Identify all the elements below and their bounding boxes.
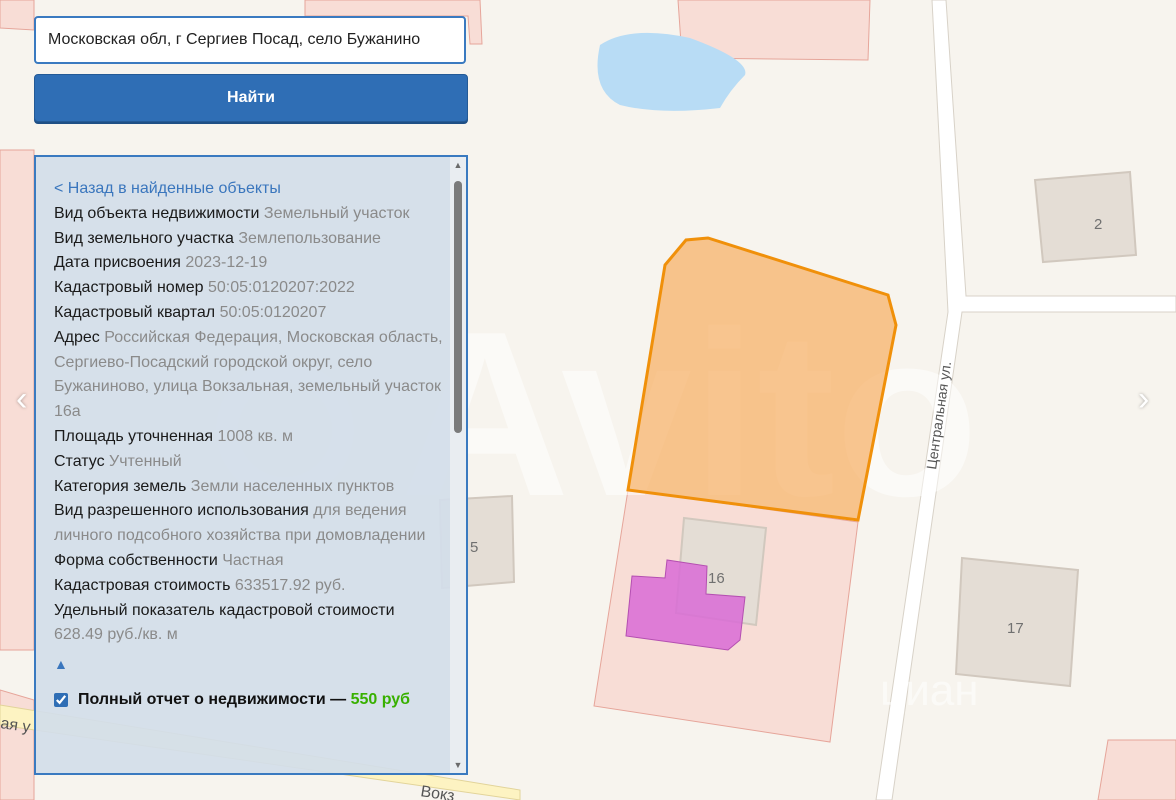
attribute-row: Кадастровый квартал 50:05:0120207 <box>54 301 446 326</box>
attribute-value: Земельный участок <box>263 204 410 222</box>
building-2 <box>1033 170 1138 264</box>
attribute-row: Форма собственности Частная <box>54 549 446 574</box>
attribute-label: Вид земельного участка <box>54 229 234 247</box>
attribute-value: Земли населенных пунктов <box>190 477 395 495</box>
full-report-label: Полный отчет о недвижимости — <box>78 690 351 708</box>
info-content: < Назад в найденные объекты Вид объекта … <box>54 177 446 713</box>
house-number-16: 16 <box>708 570 725 587</box>
parcel-top-left <box>0 0 35 31</box>
house-number-2: 2 <box>1094 216 1102 233</box>
scroll-thumb[interactable] <box>454 181 462 433</box>
attribute-label: Площадь уточненная <box>54 427 214 445</box>
attribute-value: 2023-12-19 <box>185 254 268 272</box>
house-number-17: 17 <box>1007 620 1024 637</box>
attribute-label: Адрес <box>54 328 100 346</box>
attribute-row: Кадастровый номер 50:05:0120207:2022 <box>54 276 446 301</box>
attribute-label: Удельный показатель кадастровой стоимост… <box>54 601 395 619</box>
panel-scrollbar[interactable]: ▲ ▼ <box>450 157 466 773</box>
attribute-row: Площадь уточненная 1008 кв. м <box>54 425 446 450</box>
attribute-row: Адрес Российская Федерация, Московская о… <box>54 326 446 425</box>
full-report-text: Полный отчет о недвижимости — 550 руб <box>78 688 410 713</box>
next-photo-chevron-icon[interactable]: › <box>1138 380 1149 419</box>
back-to-results-link[interactable]: < Назад в найденные объекты <box>54 177 446 202</box>
attribute-value: Учтенный <box>109 452 182 470</box>
attribute-value: 50:05:0120207 <box>219 303 327 321</box>
attribute-value: 628.49 руб./кв. м <box>54 626 178 644</box>
attribute-label: Статус <box>54 452 105 470</box>
property-attributes: Вид объекта недвижимости Земельный участ… <box>54 202 446 648</box>
attribute-label: Вид объекта недвижимости <box>54 204 260 222</box>
attribute-value: 1008 кв. м <box>217 427 293 445</box>
attribute-row: Кадастровая стоимость 633517.92 руб. <box>54 574 446 599</box>
attribute-row: Категория земель Земли населенных пункто… <box>54 475 446 500</box>
full-report-checkbox[interactable] <box>54 692 68 707</box>
attribute-value: Частная <box>222 551 284 569</box>
attribute-row: Удельный показатель кадастровой стоимост… <box>54 599 446 649</box>
attribute-value: 50:05:0120207:2022 <box>207 279 355 297</box>
attribute-row: Вид объекта недвижимости Земельный участ… <box>54 202 446 227</box>
attribute-value: Российская Федерация, Московская область… <box>54 328 443 421</box>
attribute-value: 633517.92 руб. <box>234 576 346 594</box>
attribute-label: Кадастровый номер <box>54 279 204 297</box>
object-info-panel[interactable]: < Назад в найденные объекты Вид объекта … <box>34 155 468 775</box>
find-button[interactable]: Найти <box>34 74 468 122</box>
full-report-option[interactable]: Полный отчет о недвижимости — 550 руб <box>54 688 446 713</box>
scroll-up-arrow-icon[interactable]: ▲ <box>450 157 466 173</box>
attribute-row: Статус Учтенный <box>54 450 446 475</box>
attribute-label: Вид разрешенного использования <box>54 502 309 520</box>
attribute-row: Вид разрешенного использования для веден… <box>54 499 446 549</box>
scroll-down-arrow-icon[interactable]: ▼ <box>450 757 466 773</box>
parcel-bottom-right <box>1097 739 1176 800</box>
full-report-price: 550 руб <box>350 690 411 708</box>
attribute-row: Вид земельного участка Землепользование <box>54 227 446 252</box>
collapse-triangle-icon[interactable]: ▲ <box>54 652 68 677</box>
attribute-value: Землепользование <box>238 229 381 247</box>
house-number-5: 5 <box>470 539 478 556</box>
address-search-input[interactable] <box>34 16 466 64</box>
attribute-label: Категория земель <box>54 477 187 495</box>
attribute-label: Дата присвоения <box>54 254 181 272</box>
attribute-label: Кадастровый квартал <box>54 303 216 321</box>
prev-photo-chevron-icon[interactable]: ‹ <box>16 380 27 419</box>
attribute-row: Дата присвоения 2023-12-19 <box>54 251 446 276</box>
attribute-label: Кадастровая стоимость <box>54 576 231 594</box>
attribute-label: Форма собственности <box>54 551 218 569</box>
